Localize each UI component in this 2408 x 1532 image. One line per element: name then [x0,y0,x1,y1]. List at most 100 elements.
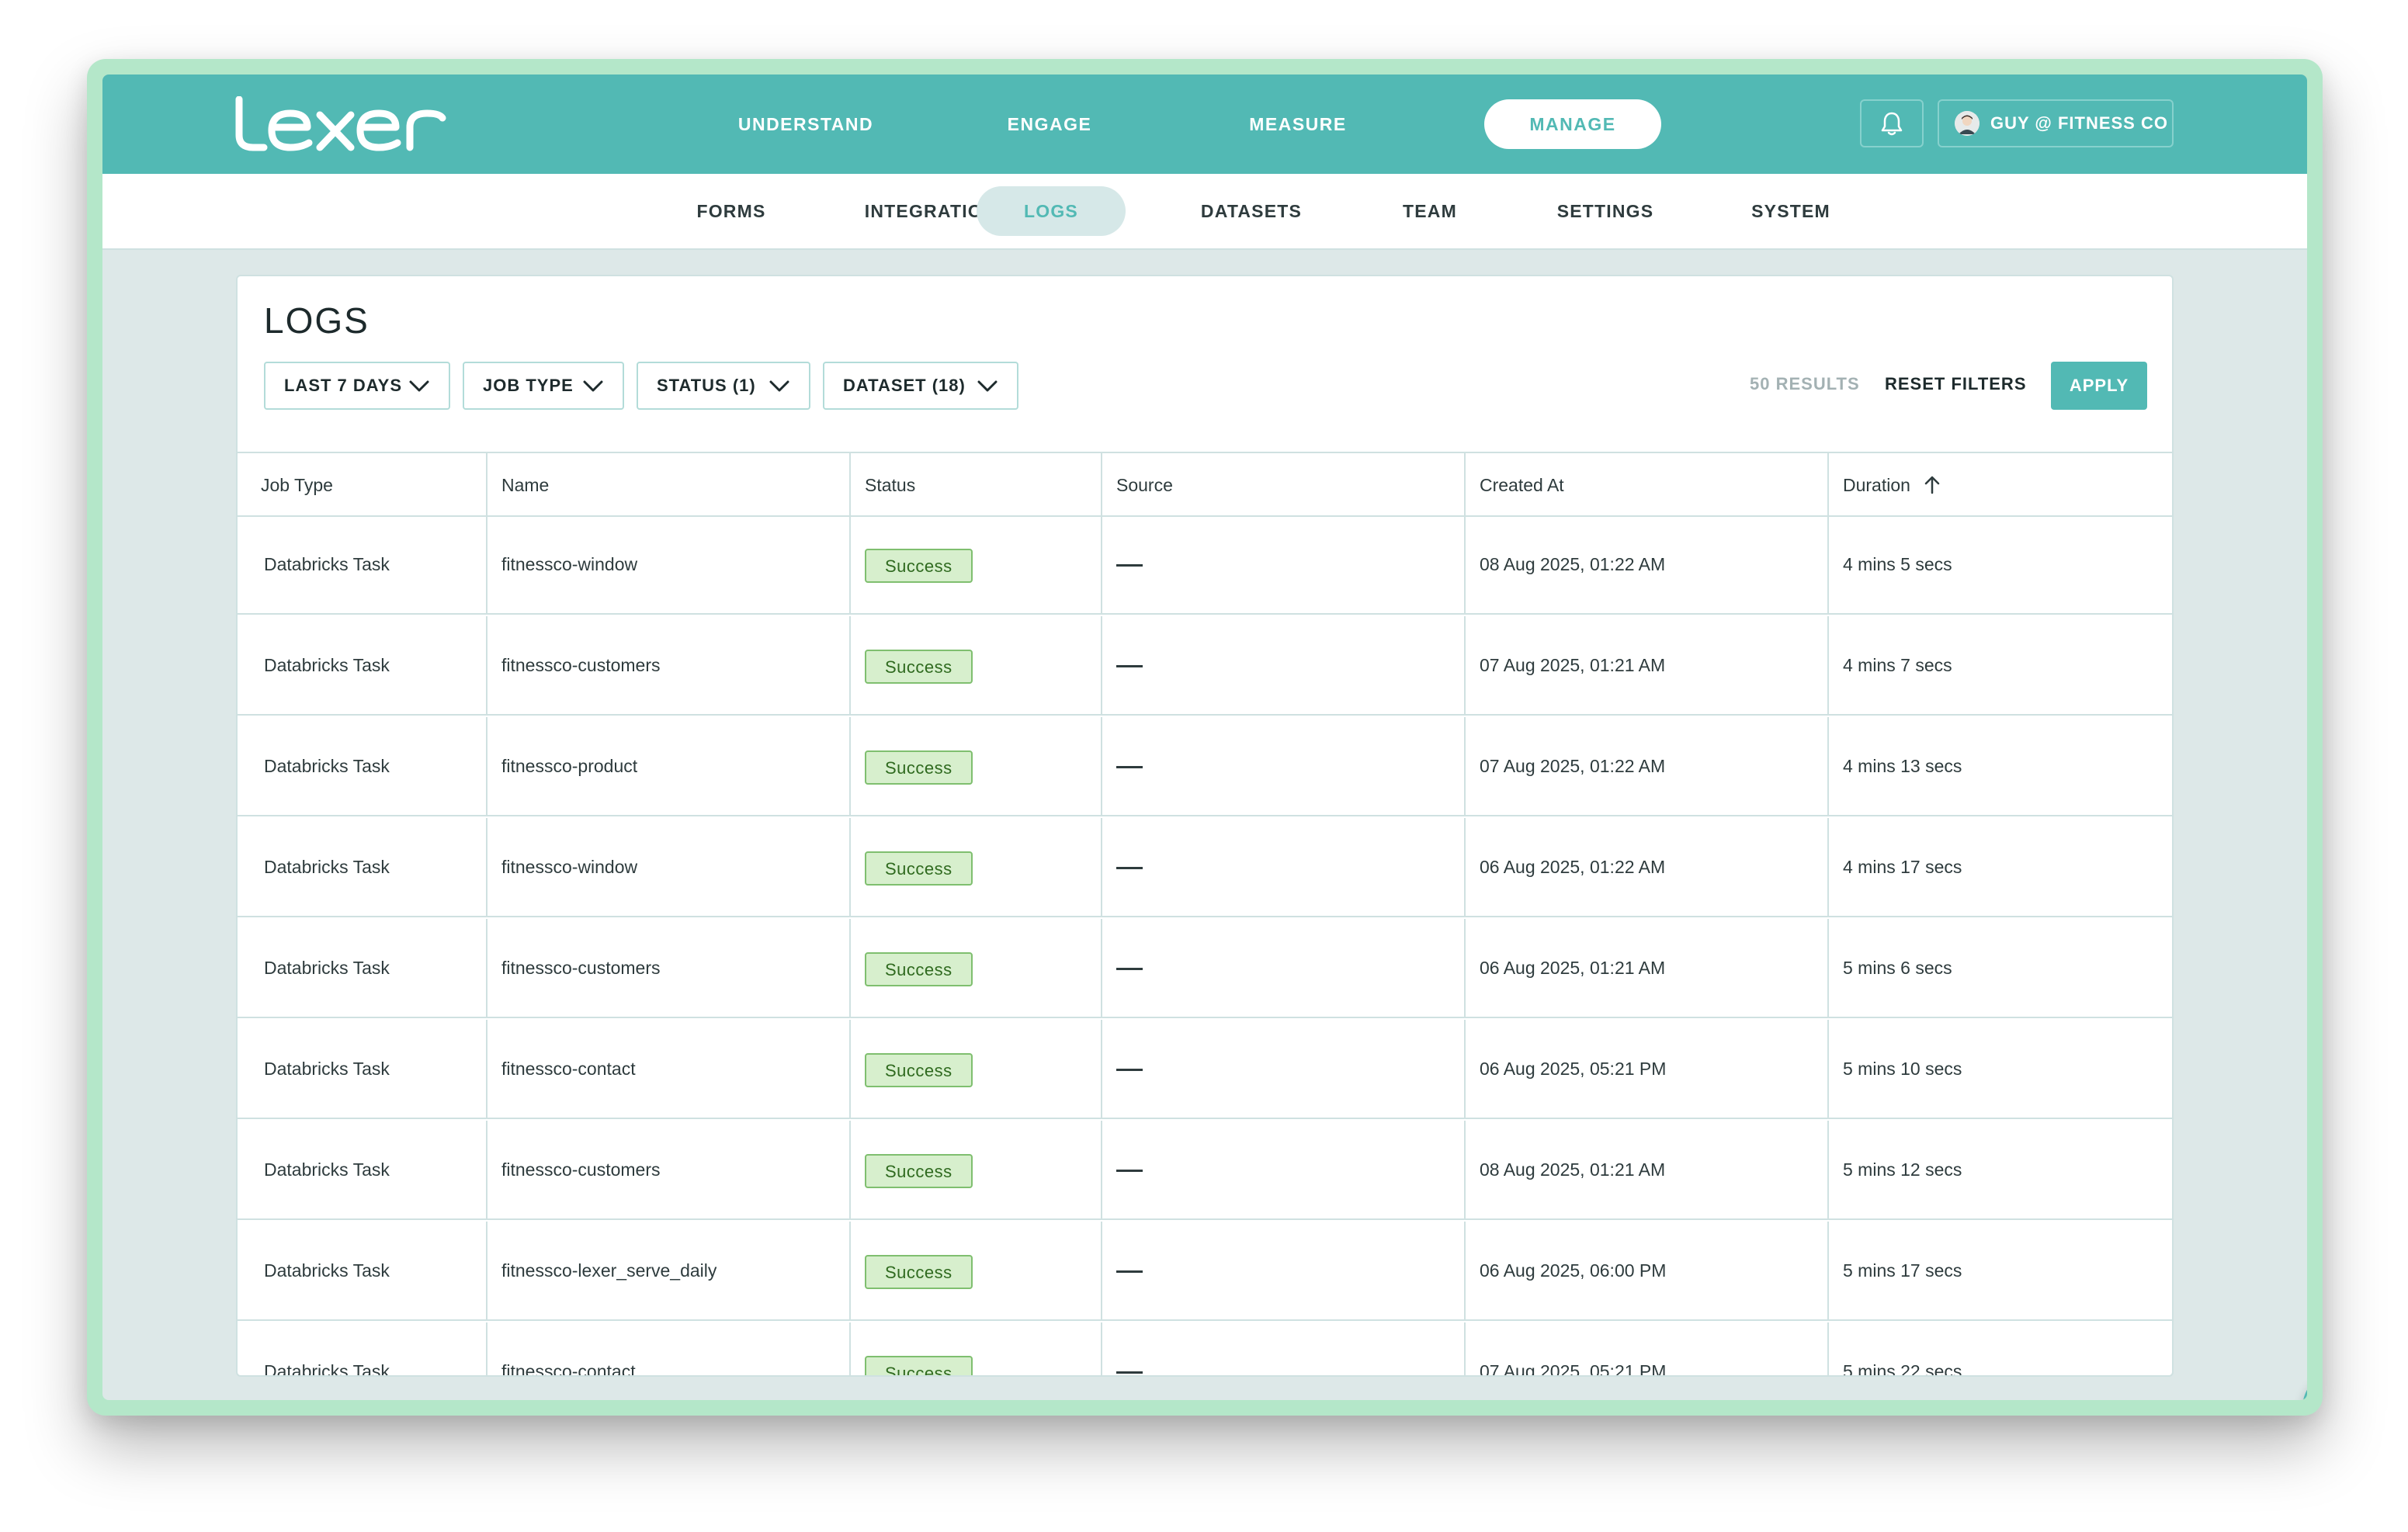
job-type-filter[interactable]: JOB TYPE [463,362,624,410]
cell-created-at: 06 Aug 2025, 01:22 AM [1466,818,1829,916]
nav-measure[interactable]: MEASURE [1220,99,1376,149]
tab-logs[interactable]: LOGS [977,186,1126,236]
cell-duration: 4 mins 13 secs [1843,756,1962,776]
column-header-status[interactable]: Status [851,453,1102,515]
cell-job-type: Databricks Task [238,515,487,613]
table-row[interactable]: Databricks Task fitnessco-contact Success 0… [238,1322,2172,1377]
cell-job-type: Databricks Task [238,919,487,1017]
empty-dash [1116,1069,1143,1072]
arrow-up-icon[interactable] [1923,475,1941,495]
cell-job-type: Databricks Task [238,818,487,916]
top-bar: UNDERSTAND ENGAGE MEASURE MANAGE GUY @ F… [102,75,2307,174]
cell-name: fitnessco-window [487,818,851,916]
tab-team[interactable]: TEAM [1376,186,1484,236]
nav-engage[interactable]: ENGAGE [980,99,1119,149]
notifications-button[interactable] [1860,99,1924,147]
cell-duration: 5 mins 10 secs [1843,1059,1962,1079]
cell-duration: 4 mins 17 secs [1843,857,1962,877]
status-badge: Success [865,1254,973,1289]
table-row[interactable]: Databricks Task fitnessco-customers Succes… [238,616,2172,716]
empty-dash [1116,867,1143,870]
bell-icon [1881,112,1903,136]
column-header-source[interactable]: Source [1102,453,1466,515]
chevron-down-icon [409,380,429,392]
chat-button[interactable] [2302,1371,2307,1400]
user-menu-button[interactable]: GUY @ FITNESS CO [1938,99,2174,147]
cell-status: Success [851,1222,1102,1319]
tab-datasets[interactable]: DATASETS [1174,186,1329,236]
cell-job-type: Databricks Task [238,1020,487,1118]
job-type-filter-label: JOB TYPE [483,376,574,395]
status-badge: Success [865,750,973,785]
status-filter-label: STATUS (1) [657,376,756,395]
table-row[interactable]: Databricks Task fitnessco-window Success 06… [238,818,2172,917]
table-row[interactable]: Databricks Task fitnessco-lexer_serve_dai… [238,1222,2172,1321]
app-window: UNDERSTAND ENGAGE MEASURE MANAGE GUY @ F… [102,75,2307,1400]
cell-status: Success [851,1121,1102,1218]
column-header-job-type[interactable]: Job Type [238,453,487,515]
page-title: LOGS [264,300,370,341]
table-row[interactable]: Databricks Task fitnessco-customers Succes… [238,919,2172,1018]
cell-job-type: Databricks Task [238,1222,487,1319]
cell-created-at: 06 Aug 2025, 01:21 AM [1466,919,1829,1017]
cell-name: fitnessco-customers [487,616,851,714]
date-range-filter[interactable]: LAST 7 DAYS [264,362,450,410]
empty-dash [1116,665,1143,668]
reset-filters-button[interactable]: RESET FILTERS [1885,374,2027,394]
column-header-duration-label: Duration [1843,475,1910,495]
cell-source [1102,515,1466,613]
cell-source [1102,1121,1466,1218]
cell-source [1102,919,1466,1017]
avatar-icon [1955,111,1979,136]
cell-name: fitnessco-window [487,515,851,613]
cell-created-at: 08 Aug 2025, 01:22 AM [1466,515,1829,613]
cell-duration: 4 mins 5 secs [1843,554,1952,574]
cell-source [1102,818,1466,916]
sub-nav: FORMS INTEGRATIONS LOGS DATASETS TEAM SE… [102,174,2307,250]
cell-status: Success [851,1020,1102,1118]
tab-system[interactable]: SYSTEM [1725,186,1857,236]
cell-name: fitnessco-lexer_serve_daily [487,1222,851,1319]
cell-name: fitnessco-contact [487,1020,851,1118]
cell-status: Success [851,616,1102,714]
status-badge: Success [865,1052,973,1087]
cell-job-type: Databricks Task [238,1322,487,1375]
dataset-filter-label: DATASET (18) [843,376,966,395]
cell-source [1102,616,1466,714]
nav-understand[interactable]: UNDERSTAND [705,99,907,149]
table-row[interactable]: Databricks Task fitnessco-contact Success 0… [238,1020,2172,1119]
tab-forms[interactable]: FORMS [669,186,793,236]
cell-status: Success [851,1322,1102,1375]
nav-manage[interactable]: MANAGE [1484,99,1661,149]
empty-dash [1116,766,1143,769]
table-row[interactable]: Databricks Task fitnessco-customers Succes… [238,1121,2172,1220]
cell-name: fitnessco-contact [487,1322,851,1375]
column-header-duration[interactable]: Duration [1829,453,2172,515]
results-count: 50 RESULTS [1750,374,1860,393]
table-row[interactable]: Databricks Task fitnessco-product Success 0… [238,717,2172,816]
cell-name: fitnessco-product [487,717,851,815]
cell-created-at: 06 Aug 2025, 05:21 PM [1466,1020,1829,1118]
logs-panel: LOGS LAST 7 DAYS JOB TYPE STATUS (1) DAT… [236,275,2174,1377]
column-header-name[interactable]: Name [487,453,851,515]
cell-duration: 4 mins 7 secs [1843,655,1952,675]
lexer-logo[interactable] [233,96,447,152]
cell-created-at: 07 Aug 2025, 01:21 AM [1466,616,1829,714]
cell-created-at: 08 Aug 2025, 01:21 AM [1466,1121,1829,1218]
status-filter[interactable]: STATUS (1) [637,362,810,410]
column-header-created-at[interactable]: Created At [1466,453,1829,515]
table-row[interactable]: Databricks Task fitnessco-window Success 08… [238,515,2172,615]
cell-duration: 5 mins 22 secs [1843,1361,1962,1377]
cell-status: Success [851,919,1102,1017]
tab-settings[interactable]: SETTINGS [1535,186,1675,236]
empty-dash [1116,968,1143,971]
chevron-down-icon [583,380,603,392]
cell-job-type: Databricks Task [238,1121,487,1218]
cell-created-at: 07 Aug 2025, 05:21 PM [1466,1322,1829,1375]
dataset-filter[interactable]: DATASET (18) [823,362,1018,410]
cell-source [1102,1322,1466,1375]
status-badge: Success [865,1355,973,1375]
cell-name: fitnessco-customers [487,1121,851,1218]
empty-dash [1116,1371,1143,1374]
apply-button[interactable]: APPLY [2051,362,2147,410]
